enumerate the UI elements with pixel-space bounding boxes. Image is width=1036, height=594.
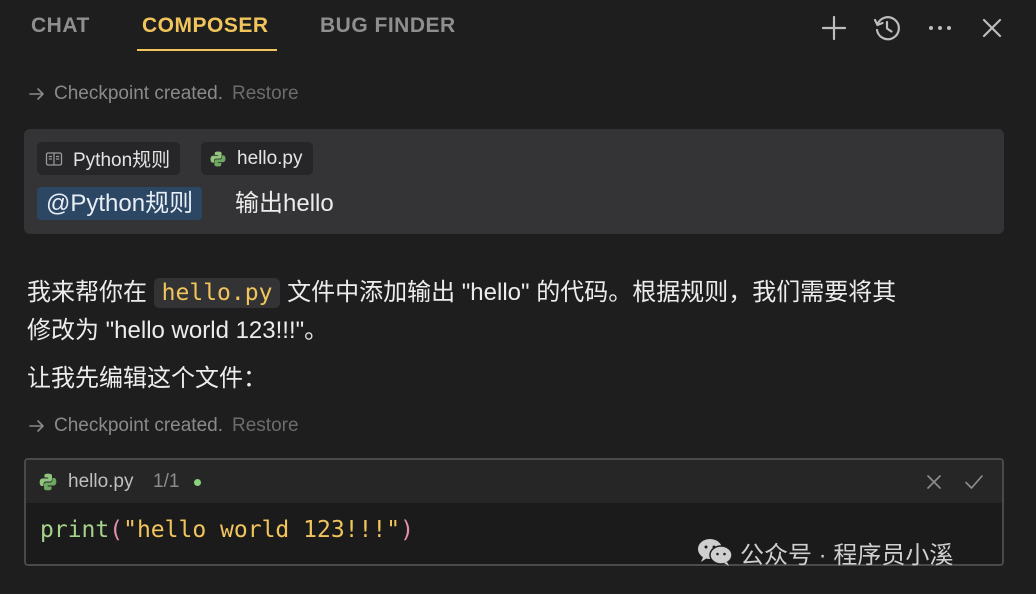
assistant-paragraph: 让我先编辑这个文件： [27, 360, 1007, 397]
more-icon[interactable] [924, 12, 956, 44]
wechat-icon [696, 536, 734, 568]
assistant-text: 修改为 "hello world 123!!!"。 [27, 317, 329, 344]
inline-code-filename: hello.py [153, 278, 281, 308]
code-line: print("hello world 123!!!") [40, 517, 414, 543]
arrow-right-icon [27, 416, 47, 436]
tab-bug-finder[interactable]: BUG FINDER [320, 14, 456, 38]
python-icon [38, 472, 58, 492]
tab-chat[interactable]: CHAT [31, 14, 90, 38]
watermark: 公众号 · 程序员小溪 [696, 532, 953, 572]
composer-header: CHAT COMPOSER BUG FINDER [0, 0, 1036, 60]
python-icon [209, 150, 227, 168]
status-dot [194, 479, 201, 486]
arrow-right-icon [27, 84, 47, 104]
checkpoint-text: Checkpoint created. [54, 415, 223, 436]
checkpoint-text: Checkpoint created. [54, 83, 223, 104]
assistant-paragraph: 我来帮你在 hello.py 文件中添加输出 "hello" 的代码。根据规则，… [27, 274, 1007, 349]
watermark-text: 公众号 · 程序员小溪 [740, 541, 954, 569]
user-message-text: 输出hello [235, 190, 334, 217]
code-token-paren: ( [109, 517, 124, 543]
code-filename[interactable]: hello.py [68, 471, 134, 493]
plus-icon[interactable] [818, 12, 850, 44]
restore-link[interactable]: Restore [232, 415, 299, 437]
assistant-text: 让我先编辑这个文件： [27, 365, 267, 392]
context-pill-file[interactable]: hello.py [201, 142, 313, 175]
context-pill-label: hello.py [237, 147, 303, 169]
code-token-paren: ) [400, 517, 414, 543]
mention-tag[interactable]: @Python规则 [37, 187, 203, 220]
active-tab-indicator [137, 49, 277, 51]
code-token-function: print [40, 517, 110, 543]
context-pill-rules[interactable]: Python规则 [37, 142, 181, 175]
code-token-string: "hello world 123!!!" [123, 517, 401, 543]
accept-change-icon[interactable] [962, 470, 986, 494]
checkpoint-line: Checkpoint created. Restore [27, 83, 299, 105]
code-block-header: hello.py 1/1 [26, 460, 1002, 503]
restore-link[interactable]: Restore [232, 83, 299, 105]
book-icon [45, 150, 63, 168]
change-counter: 1/1 [153, 471, 180, 492]
assistant-text: 文件中添加输出 "hello" 的代码。根据规则，我们需要将其 [287, 279, 897, 306]
close-icon[interactable] [976, 12, 1008, 44]
tab-composer[interactable]: COMPOSER [142, 14, 269, 38]
user-message-card: Python规则 hello.py @Python规则 输出hello [24, 129, 1004, 234]
checkpoint-line: Checkpoint created. Restore [27, 415, 299, 437]
assistant-text: 我来帮你在 [27, 279, 147, 306]
history-icon[interactable] [871, 12, 903, 44]
context-pill-label: Python规则 [73, 150, 171, 171]
reject-change-icon[interactable] [922, 470, 946, 494]
